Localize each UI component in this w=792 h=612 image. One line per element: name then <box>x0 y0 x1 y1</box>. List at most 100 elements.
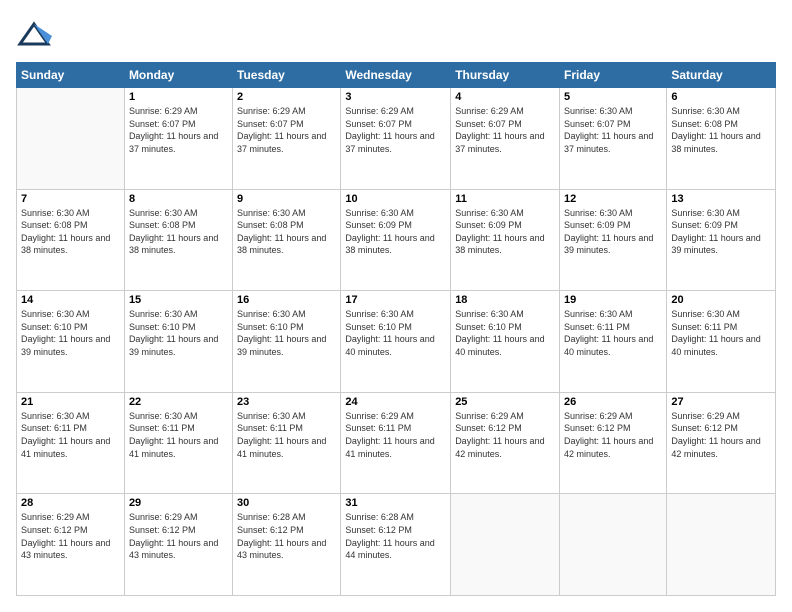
day-number: 17 <box>345 294 446 306</box>
day-info: Sunrise: 6:29 AMSunset: 6:11 PMDaylight:… <box>345 410 446 460</box>
header <box>16 16 776 52</box>
calendar-cell: 14 Sunrise: 6:30 AMSunset: 6:10 PMDayligh… <box>17 291 125 393</box>
day-info: Sunrise: 6:30 AMSunset: 6:08 PMDaylight:… <box>21 207 120 257</box>
day-number: 27 <box>671 396 771 408</box>
day-info: Sunrise: 6:29 AMSunset: 6:12 PMDaylight:… <box>671 410 771 460</box>
day-info: Sunrise: 6:30 AMSunset: 6:07 PMDaylight:… <box>564 105 662 155</box>
day-number: 7 <box>21 193 120 205</box>
day-header-thursday: Thursday <box>451 63 560 88</box>
day-header-sunday: Sunday <box>17 63 125 88</box>
calendar-cell: 1 Sunrise: 6:29 AMSunset: 6:07 PMDaylight… <box>124 88 232 190</box>
day-info: Sunrise: 6:30 AMSunset: 6:11 PMDaylight:… <box>564 308 662 358</box>
day-number: 18 <box>455 294 555 306</box>
day-info: Sunrise: 6:29 AMSunset: 6:07 PMDaylight:… <box>345 105 446 155</box>
day-number: 28 <box>21 497 120 509</box>
calendar-cell <box>451 494 560 596</box>
day-number: 31 <box>345 497 446 509</box>
calendar-cell <box>560 494 667 596</box>
day-number: 19 <box>564 294 662 306</box>
day-number: 22 <box>129 396 228 408</box>
calendar-cell: 29 Sunrise: 6:29 AMSunset: 6:12 PMDayligh… <box>124 494 232 596</box>
page: SundayMondayTuesdayWednesdayThursdayFrid… <box>0 0 792 612</box>
calendar-cell: 8Sunrise: 6:30 AMSunset: 6:08 PMDaylight… <box>124 189 232 291</box>
calendar-week-2: 14 Sunrise: 6:30 AMSunset: 6:10 PMDayligh… <box>17 291 776 393</box>
day-number: 24 <box>345 396 446 408</box>
calendar-cell: 18 Sunrise: 6:30 AMSunset: 6:10 PMDayligh… <box>451 291 560 393</box>
day-header-tuesday: Tuesday <box>233 63 341 88</box>
day-info: Sunrise: 6:30 AMSunset: 6:09 PMDaylight:… <box>564 207 662 257</box>
calendar-cell <box>667 494 776 596</box>
day-info: Sunrise: 6:30 AMSunset: 6:11 PMDaylight:… <box>237 410 336 460</box>
logo <box>16 16 56 52</box>
day-number: 10 <box>345 193 446 205</box>
calendar-table: SundayMondayTuesdayWednesdayThursdayFrid… <box>16 62 776 596</box>
day-number: 23 <box>237 396 336 408</box>
day-number: 5 <box>564 91 662 103</box>
calendar-cell: 7 Sunrise: 6:30 AMSunset: 6:08 PMDaylight… <box>17 189 125 291</box>
day-info: Sunrise: 6:30 AMSunset: 6:08 PMDaylight:… <box>671 105 771 155</box>
day-number: 11 <box>455 193 555 205</box>
calendar-cell: 22 Sunrise: 6:30 AMSunset: 6:11 PMDayligh… <box>124 392 232 494</box>
day-number: 1 <box>129 91 228 103</box>
day-info: Sunrise: 6:29 AMSunset: 6:12 PMDaylight:… <box>129 511 228 561</box>
calendar-cell: 16 Sunrise: 6:30 AMSunset: 6:10 PMDayligh… <box>233 291 341 393</box>
day-number: 21 <box>21 396 120 408</box>
calendar-cell: 27 Sunrise: 6:29 AMSunset: 6:12 PMDayligh… <box>667 392 776 494</box>
day-number: 4 <box>455 91 555 103</box>
day-number: 12 <box>564 193 662 205</box>
day-info: Sunrise: 6:30 AMSunset: 6:11 PMDaylight:… <box>21 410 120 460</box>
day-number: 16 <box>237 294 336 306</box>
calendar-cell <box>17 88 125 190</box>
calendar-week-4: 28 Sunrise: 6:29 AMSunset: 6:12 PMDayligh… <box>17 494 776 596</box>
calendar-week-1: 7 Sunrise: 6:30 AMSunset: 6:08 PMDaylight… <box>17 189 776 291</box>
logo-icon <box>16 16 52 52</box>
day-number: 6 <box>671 91 771 103</box>
day-header-friday: Friday <box>560 63 667 88</box>
day-info: Sunrise: 6:29 AMSunset: 6:12 PMDaylight:… <box>455 410 555 460</box>
calendar-cell: 30 Sunrise: 6:28 AMSunset: 6:12 PMDayligh… <box>233 494 341 596</box>
day-number: 2 <box>237 91 336 103</box>
calendar-week-0: 1 Sunrise: 6:29 AMSunset: 6:07 PMDaylight… <box>17 88 776 190</box>
calendar-cell: 26Sunrise: 6:29 AMSunset: 6:12 PMDayligh… <box>560 392 667 494</box>
calendar-cell: 12 Sunrise: 6:30 AMSunset: 6:09 PMDayligh… <box>560 189 667 291</box>
day-number: 29 <box>129 497 228 509</box>
day-number: 20 <box>671 294 771 306</box>
day-info: Sunrise: 6:30 AMSunset: 6:09 PMDaylight:… <box>345 207 446 257</box>
day-info: Sunrise: 6:28 AMSunset: 6:12 PMDaylight:… <box>237 511 336 561</box>
day-number: 14 <box>21 294 120 306</box>
calendar-cell: 11 Sunrise: 6:30 AMSunset: 6:09 PMDayligh… <box>451 189 560 291</box>
day-info: Sunrise: 6:30 AMSunset: 6:10 PMDaylight:… <box>237 308 336 358</box>
calendar-cell: 15Sunrise: 6:30 AMSunset: 6:10 PMDayligh… <box>124 291 232 393</box>
day-info: Sunrise: 6:29 AMSunset: 6:07 PMDaylight:… <box>237 105 336 155</box>
calendar-cell: 17 Sunrise: 6:30 AMSunset: 6:10 PMDayligh… <box>341 291 451 393</box>
day-info: Sunrise: 6:28 AMSunset: 6:12 PMDaylight:… <box>345 511 446 561</box>
day-info: Sunrise: 6:30 AMSunset: 6:11 PMDaylight:… <box>671 308 771 358</box>
calendar-week-3: 21 Sunrise: 6:30 AMSunset: 6:11 PMDayligh… <box>17 392 776 494</box>
day-number: 13 <box>671 193 771 205</box>
calendar-cell: 23 Sunrise: 6:30 AMSunset: 6:11 PMDayligh… <box>233 392 341 494</box>
calendar-cell: 6 Sunrise: 6:30 AMSunset: 6:08 PMDaylight… <box>667 88 776 190</box>
day-info: Sunrise: 6:29 AMSunset: 6:07 PMDaylight:… <box>455 105 555 155</box>
calendar-cell: 21 Sunrise: 6:30 AMSunset: 6:11 PMDayligh… <box>17 392 125 494</box>
day-info: Sunrise: 6:30 AMSunset: 6:10 PMDaylight:… <box>455 308 555 358</box>
day-info: Sunrise: 6:30 AMSunset: 6:10 PMDaylight:… <box>21 308 120 358</box>
day-info: Sunrise: 6:30 AMSunset: 6:09 PMDaylight:… <box>671 207 771 257</box>
calendar-cell: 20 Sunrise: 6:30 AMSunset: 6:11 PMDayligh… <box>667 291 776 393</box>
day-info: Sunrise: 6:30 AMSunset: 6:09 PMDaylight:… <box>455 207 555 257</box>
day-number: 25 <box>455 396 555 408</box>
day-number: 9 <box>237 193 336 205</box>
calendar-cell: 24 Sunrise: 6:29 AMSunset: 6:11 PMDayligh… <box>341 392 451 494</box>
day-info: Sunrise: 6:30 AMSunset: 6:11 PMDaylight:… <box>129 410 228 460</box>
calendar-cell: 9 Sunrise: 6:30 AMSunset: 6:08 PMDaylight… <box>233 189 341 291</box>
calendar-cell: 5 Sunrise: 6:30 AMSunset: 6:07 PMDaylight… <box>560 88 667 190</box>
day-number: 30 <box>237 497 336 509</box>
day-info: Sunrise: 6:30 AMSunset: 6:10 PMDaylight:… <box>345 308 446 358</box>
day-info: Sunrise: 6:29 AMSunset: 6:12 PMDaylight:… <box>564 410 662 460</box>
day-info: Sunrise: 6:30 AMSunset: 6:08 PMDaylight:… <box>129 207 228 257</box>
day-header-monday: Monday <box>124 63 232 88</box>
day-info: Sunrise: 6:30 AMSunset: 6:08 PMDaylight:… <box>237 207 336 257</box>
day-header-wednesday: Wednesday <box>341 63 451 88</box>
calendar-cell: 2 Sunrise: 6:29 AMSunset: 6:07 PMDaylight… <box>233 88 341 190</box>
day-info: Sunrise: 6:29 AMSunset: 6:07 PMDaylight:… <box>129 105 228 155</box>
day-number: 3 <box>345 91 446 103</box>
